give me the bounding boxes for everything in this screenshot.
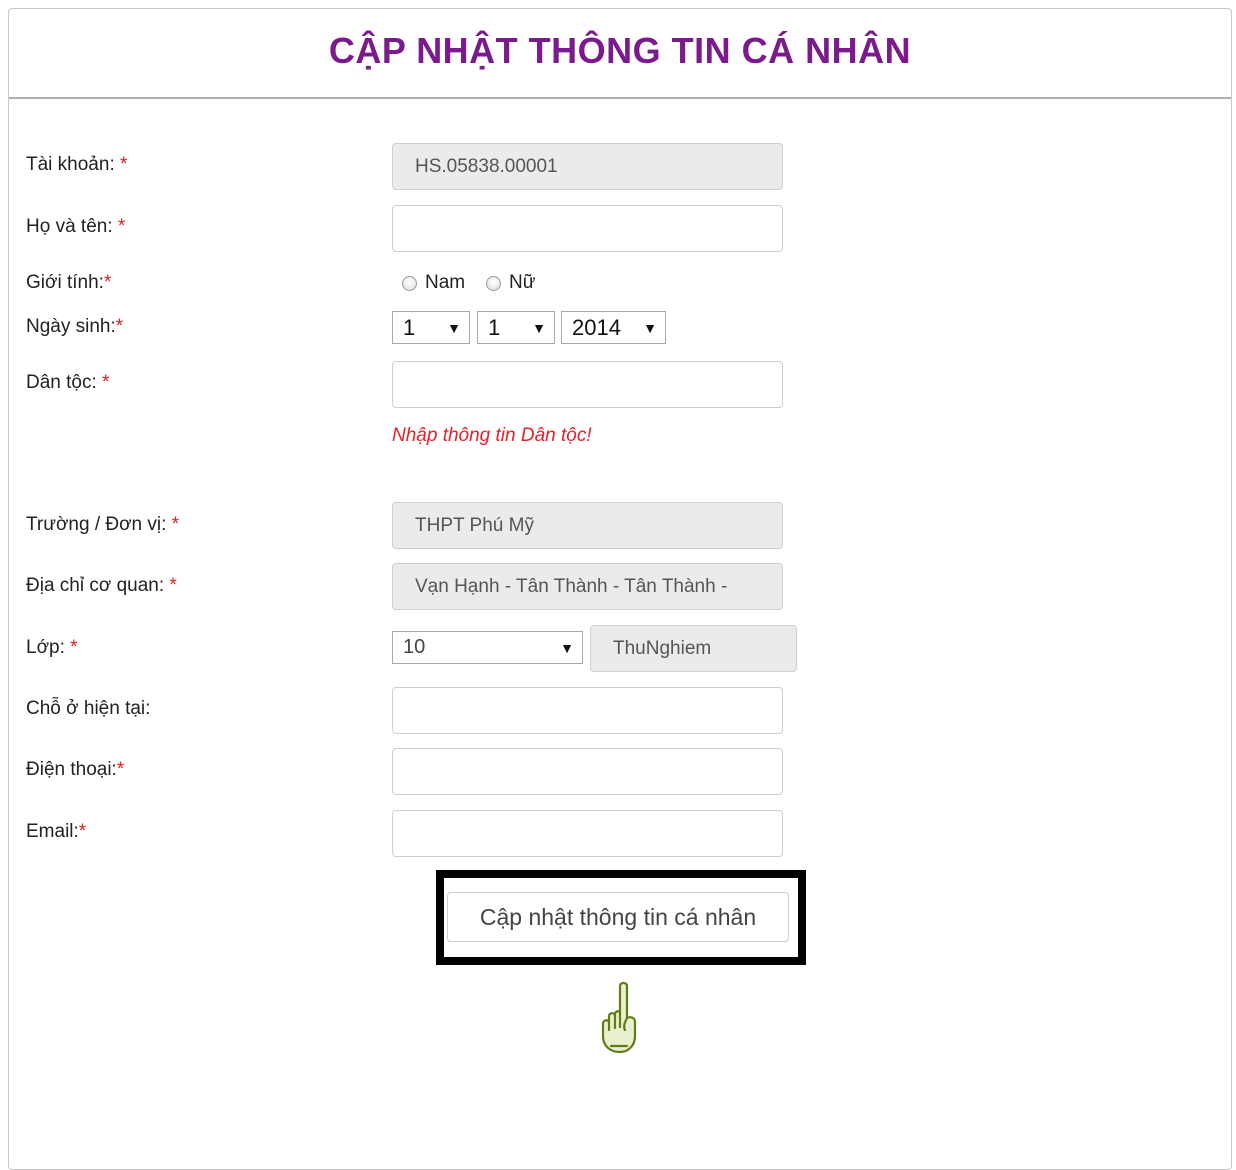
class-label: Lớp: * bbox=[26, 637, 78, 658]
required-mark: * bbox=[70, 637, 78, 658]
gender-option-label: Nam bbox=[425, 272, 466, 293]
account-label: Tài khoản: * bbox=[26, 154, 128, 175]
required-mark: * bbox=[171, 514, 180, 535]
phone-label: Điện thoại:* bbox=[26, 759, 125, 780]
select-value: 2014 bbox=[572, 314, 621, 340]
radio-circle[interactable] bbox=[402, 275, 417, 291]
ethnicity-input[interactable] bbox=[392, 361, 783, 408]
current-residence-input[interactable] bbox=[392, 687, 783, 734]
office-address-label: Địa chỉ cơ quan: * bbox=[26, 575, 177, 596]
radio-circle[interactable] bbox=[486, 275, 501, 291]
required-mark: * bbox=[117, 216, 126, 237]
pointing-hand-icon bbox=[598, 980, 642, 1061]
required-mark: * bbox=[116, 759, 125, 780]
required-mark: * bbox=[102, 372, 110, 393]
birth-date-label: Ngày sinh:* bbox=[26, 316, 124, 337]
ethnicity-label: Dân tộc: * bbox=[26, 372, 110, 393]
select-value: 1 bbox=[403, 314, 416, 340]
required-mark: * bbox=[115, 316, 124, 337]
current-residence-label: Chỗ ở hiện tại: bbox=[26, 698, 151, 719]
gender-option-label: Nữ bbox=[509, 272, 536, 293]
email-label: Email:* bbox=[26, 821, 87, 842]
chevron-down-icon: ▼ bbox=[532, 319, 546, 336]
chevron-down-icon: ▼ bbox=[560, 639, 574, 656]
birth-day-select[interactable]: 1 ▼ bbox=[392, 311, 470, 344]
select-value: 10 bbox=[403, 636, 426, 658]
update-profile-button[interactable]: Cập nhật thông tin cá nhân bbox=[447, 892, 789, 942]
office-address-field: Vạn Hạnh - Tân Thành - Tân Thành - bbox=[392, 563, 783, 610]
gender-radio-male[interactable]: Nam bbox=[402, 272, 465, 294]
gender-radio-female[interactable]: Nữ bbox=[486, 272, 535, 294]
required-mark: * bbox=[78, 821, 87, 842]
school-label: Trường / Đơn vị: * bbox=[26, 514, 180, 535]
page-title: CẬP NHẬT THÔNG TIN CÁ NHÂN bbox=[328, 30, 912, 71]
required-mark: * bbox=[169, 575, 177, 596]
birth-month-select[interactable]: 1 ▼ bbox=[477, 311, 555, 344]
class-name-field: ThuNghiem bbox=[590, 625, 797, 672]
email-input[interactable] bbox=[392, 810, 783, 857]
panel-header: CẬP NHẬT THÔNG TIN CÁ NHÂN bbox=[9, 9, 1231, 99]
school-field: THPT Phú Mỹ bbox=[392, 502, 783, 549]
chevron-down-icon: ▼ bbox=[643, 319, 657, 336]
full-name-input[interactable] bbox=[392, 205, 783, 252]
select-value: 1 bbox=[488, 314, 501, 340]
chevron-down-icon: ▼ bbox=[447, 319, 461, 336]
phone-input[interactable] bbox=[392, 748, 783, 795]
account-field: HS.05838.00001 bbox=[392, 143, 783, 190]
required-mark: * bbox=[103, 272, 112, 293]
required-mark: * bbox=[120, 154, 128, 175]
ethnicity-error-message: Nhập thông tin Dân tộc! bbox=[392, 425, 592, 446]
grade-select[interactable]: 10 ▼ bbox=[392, 631, 583, 664]
gender-label: Giới tính:* bbox=[26, 272, 112, 293]
birth-year-select[interactable]: 2014 ▼ bbox=[561, 311, 666, 344]
full-name-label: Họ và tên: * bbox=[26, 216, 126, 237]
